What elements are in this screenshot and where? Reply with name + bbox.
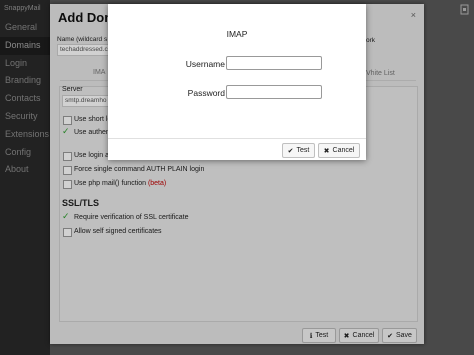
username-input[interactable]: [226, 56, 322, 70]
username-label: Username: [185, 59, 225, 69]
modal-cancel-button[interactable]: ✖ Cancel: [318, 143, 360, 158]
modal-footer: ✔ Test ✖ Cancel: [108, 138, 366, 161]
modal-title: IMAP: [226, 29, 248, 39]
password-input[interactable]: [226, 85, 322, 99]
check-icon: ✔: [287, 147, 294, 155]
modal-cancel-label: Cancel: [332, 147, 355, 154]
modal-test-label: Test: [296, 147, 310, 154]
modal-test-button[interactable]: ✔ Test: [282, 143, 315, 158]
imap-modal: IMAP Username Password ✔ Test ✖ Cancel: [108, 4, 366, 160]
password-label: Password: [187, 88, 225, 98]
close-icon: ✖: [323, 147, 330, 155]
